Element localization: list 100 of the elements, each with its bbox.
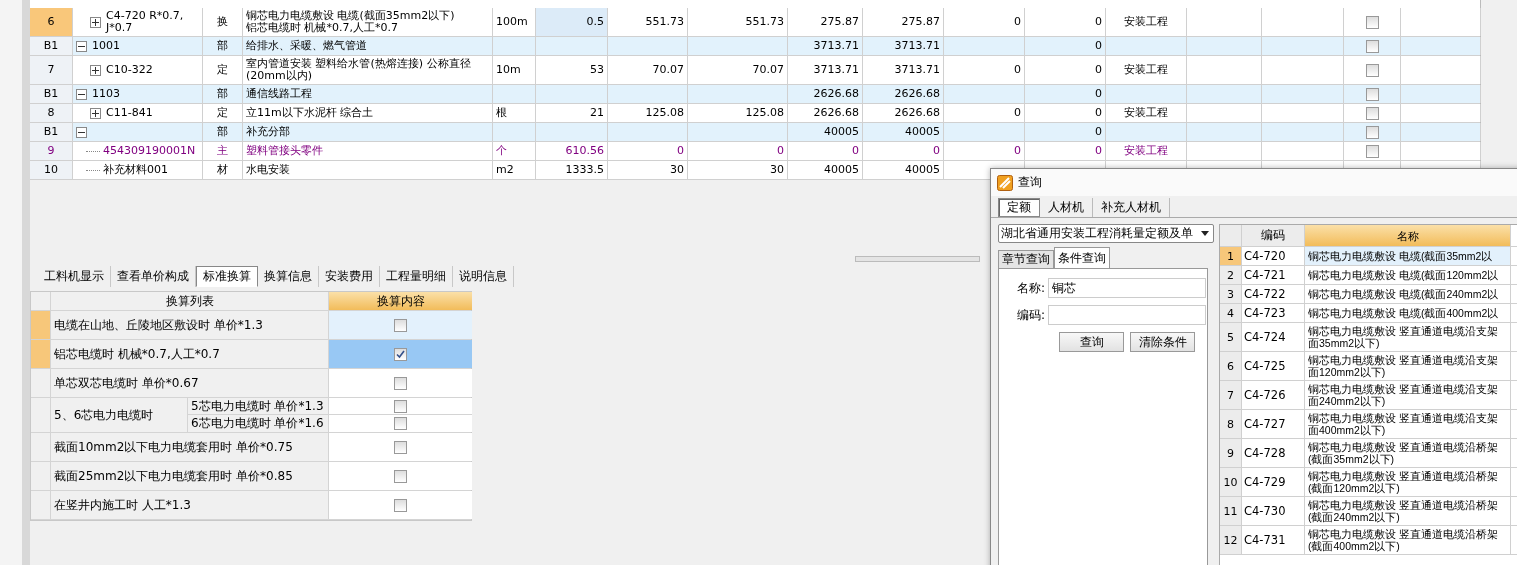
code-cell: C4-723 (1242, 304, 1305, 322)
value-text: 0 (1014, 145, 1021, 157)
category-text: 安装工程 (1124, 145, 1168, 157)
value-text: 2626.68 (813, 107, 859, 119)
conversion-item: 6芯电力电缆时 单价*1.6 (188, 415, 329, 432)
value-text: 40005 (905, 164, 940, 176)
value-text: 3713.71 (894, 40, 940, 52)
value-text: 40005 (824, 164, 859, 176)
conversion-item: 截面25mm2以下电力电缆套用时 单价*0.85 (51, 462, 329, 490)
value-text: 0 (1095, 88, 1102, 100)
conversion-group: 5、6芯电力电缆时 (51, 398, 188, 432)
unit-text: 10m (496, 64, 521, 76)
type-text: 部 (217, 88, 228, 100)
conversion-item: 5芯电力电缆时 单价*1.3 (188, 398, 329, 414)
conversion-item: 在竖井内施工时 人工*1.3 (51, 491, 329, 519)
name-text: 立11m以下水泥杆 综合土 (246, 107, 374, 119)
code-cell: C4-728 (1242, 439, 1305, 467)
value-text: 30 (670, 164, 684, 176)
code-cell: C4-720 (1242, 247, 1305, 265)
category-text: 安装工程 (1124, 107, 1168, 119)
field-label: 编码: (1015, 306, 1045, 324)
conversion-item: 电缆在山地、丘陵地区敷设时 单价*1.3 (51, 311, 329, 339)
column-header: 编码 (1242, 225, 1305, 246)
code-text: C4-720 R*0.7, J*0.7 (106, 10, 184, 34)
name-cell: 铜芯电力电缆敷设 竖直通道电缆沿支架面400mm2以下) (1305, 410, 1511, 438)
value-text: 3713.71 (894, 64, 940, 76)
value-text: 0 (1095, 16, 1102, 28)
quantity-text: 1333.5 (565, 164, 604, 176)
conversion-item: 单芯双芯电缆时 单价*0.67 (51, 369, 329, 397)
name-cell: 铜芯电力电缆敷设 电缆(截面120mm2以 (1305, 266, 1511, 284)
code-cell: C4-721 (1242, 266, 1305, 284)
value-text: 0 (1095, 126, 1102, 138)
value-text: 30 (770, 164, 784, 176)
quantity-text: 610.56 (565, 145, 604, 157)
name-cell: 铜芯电力电缆敷设 电缆(截面400mm2以 (1305, 304, 1511, 322)
type-text: 部 (217, 40, 228, 52)
quantity-text: 0.5 (586, 16, 604, 28)
value-text: 125.08 (745, 107, 784, 119)
unit-text: 100m (496, 16, 528, 28)
value-text: 0 (933, 145, 940, 157)
type-text: 定 (217, 64, 228, 76)
type-text: 材 (217, 164, 228, 176)
code-text: 1103 (92, 88, 120, 100)
code-cell: C4-725 (1242, 352, 1305, 380)
type-text: 定 (217, 107, 228, 119)
code-text: C10-322 (106, 64, 153, 76)
value-text: 551.73 (645, 16, 684, 28)
code-cell: C4-730 (1242, 497, 1305, 525)
type-text: 部 (217, 126, 228, 138)
type-text: 换 (217, 16, 228, 28)
value-text: 2626.68 (894, 88, 940, 100)
code-cell: C4-729 (1242, 468, 1305, 496)
category-text: 安装工程 (1124, 64, 1168, 76)
value-text: 3713.71 (813, 40, 859, 52)
code-text: 补充材料001 (103, 164, 168, 176)
category-text: 安装工程 (1124, 16, 1168, 28)
name-cell: 铜芯电力电缆敷设 竖直通道电缆沿支架面35mm2以下) (1305, 323, 1511, 351)
value-text: 0 (1014, 107, 1021, 119)
value-text: 0 (677, 145, 684, 157)
name-cell: 铜芯电力电缆敷设 竖直通道电缆沿桥架(截面120mm2以下) (1305, 468, 1511, 496)
conversion-item: 铝芯电缆时 机械*0.7,人工*0.7 (51, 340, 329, 368)
name-cell: 铜芯电力电缆敷设 竖直通道电缆沿桥架(截面35mm2以下) (1305, 439, 1511, 467)
column-header: 换算列表 (51, 292, 329, 310)
value-text: 0 (1014, 64, 1021, 76)
name-text: 补充分部 (246, 126, 290, 138)
name-cell: 铜芯电力电缆敷设 竖直通道电缆沿桥架(截面400mm2以下) (1305, 526, 1511, 554)
name-text: 水电安装 (246, 164, 290, 176)
type-text: 主 (217, 145, 228, 157)
name-cell: 铜芯电力电缆敷设 电缆(截面35mm2以 (1305, 247, 1511, 265)
value-text: 0 (1014, 16, 1021, 28)
value-text: 0 (1095, 145, 1102, 157)
name-cell: 铜芯电力电缆敷设 电缆(截面240mm2以 (1305, 285, 1511, 303)
unit-text: 根 (496, 107, 507, 119)
quantity-text: 21 (590, 107, 604, 119)
code-text: 454309190001N (103, 145, 196, 157)
value-text: 0 (777, 145, 784, 157)
value-text: 275.87 (901, 16, 940, 28)
value-text: 0 (1095, 40, 1102, 52)
column-header: 换算内容 (329, 292, 472, 310)
code-cell: C4-726 (1242, 381, 1305, 409)
name-text: 给排水、采暖、燃气管道 (246, 40, 367, 52)
code-cell: C4-724 (1242, 323, 1305, 351)
value-text: 70.07 (752, 64, 784, 76)
value-text: 70.07 (652, 64, 684, 76)
value-text: 2626.68 (813, 88, 859, 100)
code-cell: C4-727 (1242, 410, 1305, 438)
value-text: 551.73 (745, 16, 784, 28)
value-text: 275.87 (820, 16, 859, 28)
value-text: 0 (852, 145, 859, 157)
value-text: 2626.68 (894, 107, 940, 119)
name-cell: 铜芯电力电缆敷设 竖直通道电缆沿支架面240mm2以下) (1305, 381, 1511, 409)
code-cell: C4-731 (1242, 526, 1305, 554)
value-text: 125.08 (645, 107, 684, 119)
value-text: 40005 (905, 126, 940, 138)
name-text: 通信线路工程 (246, 88, 312, 100)
unit-text: m2 (496, 164, 514, 176)
name-text: 塑料管接头零件 (246, 145, 323, 157)
value-text: 40005 (824, 126, 859, 138)
column-header: 名称 (1305, 225, 1511, 246)
code-text: 1001 (92, 40, 120, 52)
